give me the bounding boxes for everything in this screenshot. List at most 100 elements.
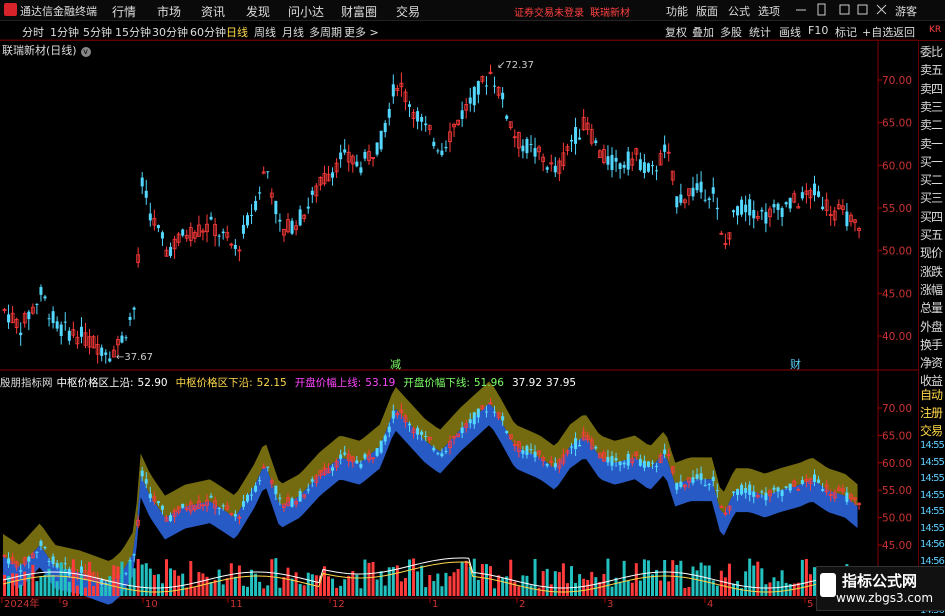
- candle-body: [79, 326, 83, 337]
- volume-bar: [606, 558, 610, 596]
- volume-bar: [282, 577, 286, 596]
- volume-bar: [659, 580, 663, 596]
- ind-candle-body: [387, 426, 391, 433]
- ind-price-label-4: 50.00: [882, 513, 912, 525]
- ind-candle-body: [221, 505, 225, 507]
- volume-bar: [675, 564, 679, 596]
- volume-bar: [582, 578, 586, 596]
- candle-body: [181, 229, 185, 236]
- volume-bar: [565, 583, 569, 596]
- candle-body: [274, 200, 278, 215]
- ind-candle-body: [788, 483, 792, 491]
- kline-chart[interactable]: 70.00 65.00 60.00 55.00 50.00 45.00 40.00 70.00…: [0, 0, 945, 609]
- candle-body: [529, 143, 533, 145]
- candle-body: [160, 232, 164, 239]
- candle-body: [7, 314, 11, 323]
- quote-label-2: 卖四: [920, 81, 943, 96]
- volume-bar: [217, 569, 221, 596]
- ind-candle-body: [800, 480, 804, 484]
- ind-candle-body: [181, 503, 185, 508]
- x-label-9: 5: [807, 599, 813, 609]
- chart-header[interactable]: 联瑞新材(日线) v: [2, 42, 91, 58]
- candle-body: [679, 194, 683, 203]
- candle-body: [748, 199, 752, 216]
- volume-bar: [529, 585, 533, 596]
- volume-bar: [638, 580, 642, 596]
- volume-bar: [92, 585, 96, 596]
- price-label-1: 65.00: [882, 118, 912, 130]
- quote-label-19[interactable]: 自动: [920, 386, 945, 403]
- candle-body: [35, 303, 39, 305]
- ind-candle-body: [545, 463, 549, 466]
- ind-candle-body: [646, 461, 650, 467]
- ind-item-5: 37.92: [511, 377, 542, 389]
- candle-body: [493, 85, 497, 87]
- ind-price-label-0: 70.00: [882, 403, 912, 415]
- volume-bar: [335, 587, 339, 596]
- candle-body: [67, 330, 71, 341]
- ind-price-label-2: 60.00: [882, 458, 912, 470]
- ind-candle-body: [679, 481, 683, 487]
- candle-body: [343, 149, 347, 153]
- volume-bar: [732, 583, 735, 596]
- volume-bar: [476, 579, 480, 596]
- ind-candle-body: [764, 492, 768, 501]
- ind-candle-body: [752, 491, 756, 497]
- volume-bar: [270, 559, 274, 596]
- candle-body: [391, 84, 395, 97]
- candle-body: [132, 307, 136, 310]
- volume-bar: [294, 572, 298, 596]
- candle-body: [51, 311, 55, 324]
- watermark-logo-icon: [820, 573, 836, 597]
- volume-bar: [800, 559, 804, 596]
- ind-candle-body: [298, 491, 302, 502]
- quote-label-7: 买二: [920, 173, 943, 188]
- volume-bar: [687, 586, 691, 596]
- volume-bar: [31, 564, 35, 596]
- ind-candle-body: [740, 484, 744, 495]
- volume-bar: [67, 581, 71, 596]
- ind-candle-body: [468, 419, 472, 424]
- ind-candle-body: [233, 513, 237, 517]
- price-label-5: 45.00: [882, 288, 912, 300]
- quote-label-20[interactable]: 注册: [920, 404, 945, 421]
- candle-body: [695, 183, 699, 191]
- indicator-name[interactable]: 殷朋指标网: [0, 377, 53, 389]
- volume-bar: [120, 561, 124, 596]
- volume-bar: [286, 567, 290, 596]
- candle-body: [120, 335, 124, 343]
- volume-bar: [51, 575, 55, 596]
- candle-body: [306, 206, 310, 209]
- ind-candle-body: [772, 487, 776, 490]
- quote-label-21[interactable]: 交易: [920, 422, 945, 439]
- candle-body: [691, 187, 695, 197]
- candle-body: [47, 318, 51, 320]
- ind-candle-body: [460, 427, 464, 434]
- volume-bar: [302, 585, 306, 596]
- ind-candle-body: [43, 546, 47, 549]
- volume-bar: [322, 566, 326, 596]
- volume-bar: [699, 562, 703, 596]
- volume-bar: [375, 579, 379, 596]
- volume-bar: [655, 569, 659, 596]
- volume-bar: [290, 578, 294, 596]
- volume-bar: [756, 561, 760, 596]
- ind-candle-body: [7, 558, 11, 564]
- candle-body: [484, 85, 488, 87]
- candle-body: [209, 216, 213, 220]
- quote-label-8: 买三: [920, 191, 943, 206]
- x-label-7: 3: [607, 599, 613, 609]
- chevron-down-icon[interactable]: v: [80, 47, 91, 57]
- ind-price-label-5: 45.00: [882, 540, 912, 552]
- volume-bar: [452, 572, 456, 596]
- volume-bar: [444, 572, 448, 596]
- candle-body: [545, 167, 549, 170]
- volume-bar: [237, 565, 241, 596]
- ind-candle-body: [505, 430, 509, 433]
- volume-bar: [241, 585, 245, 596]
- candle-body: [711, 187, 715, 194]
- candle-body: [764, 211, 768, 224]
- volume-bar: [667, 581, 671, 596]
- price-label-6: 40.00: [882, 331, 912, 343]
- candle-body: [221, 231, 225, 234]
